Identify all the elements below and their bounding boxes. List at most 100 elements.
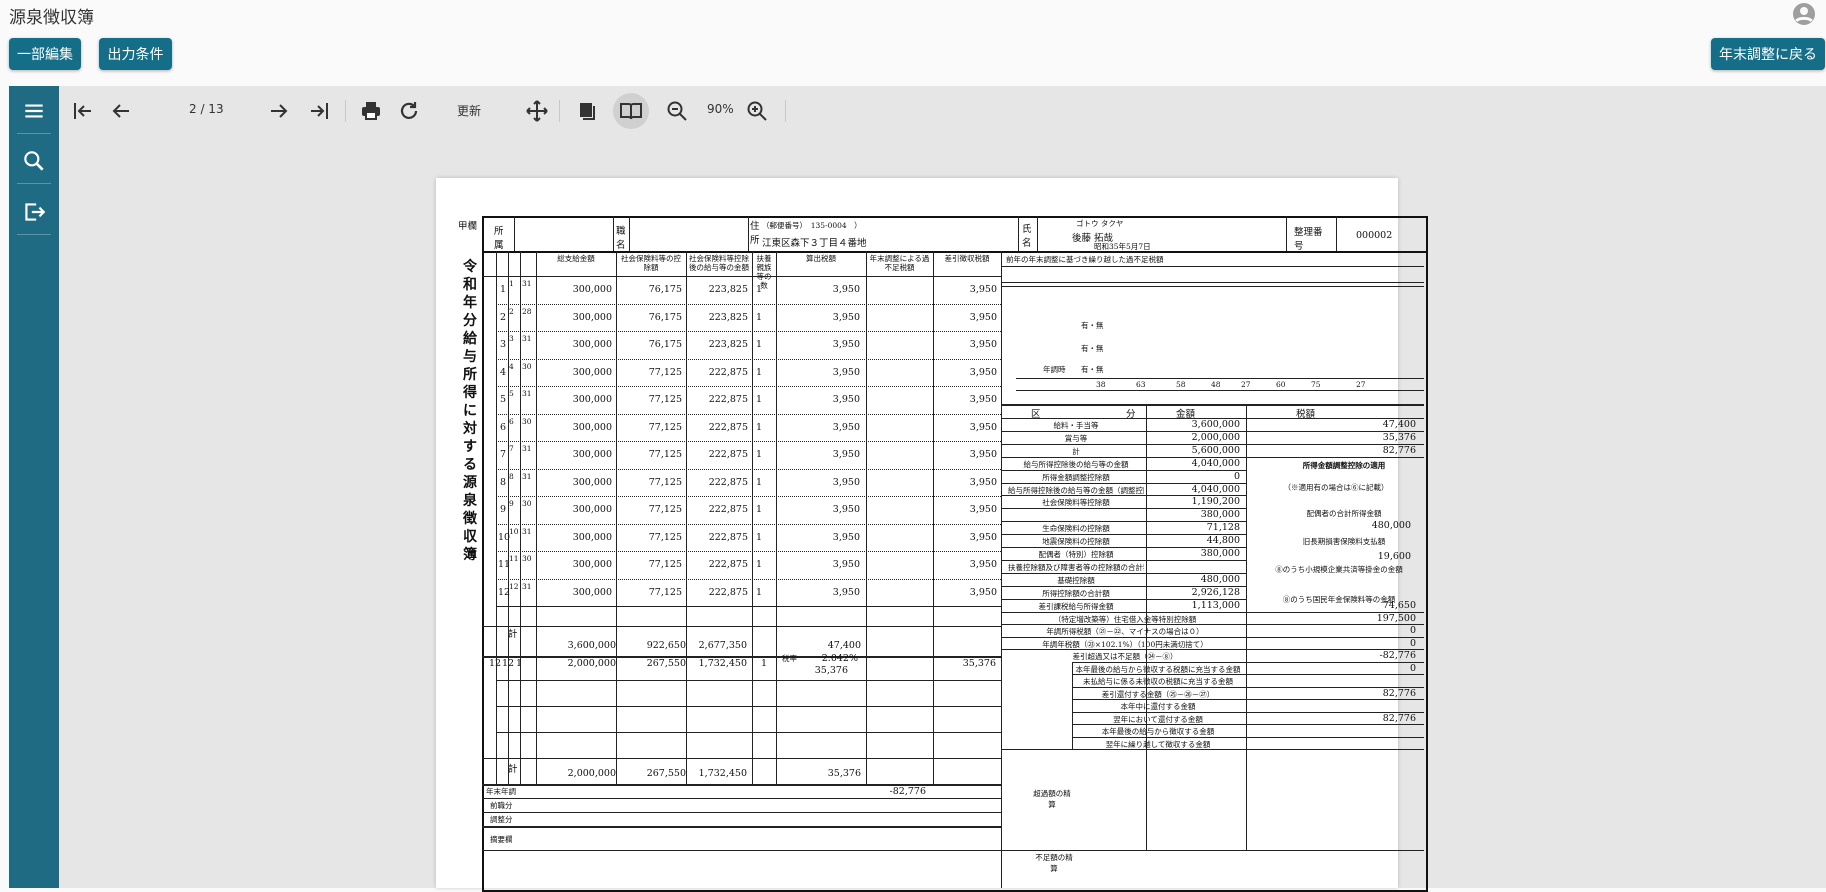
row-after-insurance: 223,825 (708, 311, 748, 323)
back-to-year-end-button[interactable]: 年末調整に戻る (1711, 38, 1825, 70)
bonus-after: 1,732,450 (698, 658, 747, 669)
row-tax: 3,950 (832, 476, 860, 488)
book-view-icon[interactable] (613, 93, 649, 129)
lower-row-label: 本年中に還付する金額 (1120, 702, 1196, 711)
row-tax: 3,950 (832, 394, 860, 405)
lower-row-line (1072, 674, 1424, 675)
fusoku-label: 不足額の精算 (1035, 853, 1073, 873)
row-total: 300,000 (572, 449, 612, 460)
move-icon[interactable] (523, 97, 551, 125)
page-indicator[interactable]: 2 / 13 (189, 102, 224, 116)
row-tax: 3,950 (832, 531, 860, 543)
bonus-dependents: 1 (761, 658, 768, 669)
row-tax: 3,950 (832, 311, 860, 323)
next-page-icon[interactable] (265, 97, 293, 125)
shokumei-label: 職名 (616, 226, 626, 251)
row-day: 31 (522, 526, 532, 536)
bonus-total-tax: 35,376 (827, 768, 861, 779)
lower-row-label: （特定増改築等）住宅借入金等特別控除額 (1053, 614, 1197, 624)
first-page-icon[interactable] (69, 97, 97, 125)
zoom-in-icon[interactable] (743, 97, 771, 125)
calc-row-amount: 2,926,128 (1191, 586, 1240, 598)
row-month: 4 (509, 361, 514, 371)
viewer-sidebar (9, 86, 59, 888)
sidebar-divider (17, 234, 51, 235)
calc-row-label: 社会保険料等控除額 (1042, 498, 1110, 508)
partial-edit-button[interactable]: 一部編集 (9, 38, 81, 70)
zoom-level[interactable]: 90% (707, 102, 734, 116)
column-header: 年末調整による過不足税額 (869, 254, 930, 272)
single-page-icon[interactable] (573, 97, 601, 125)
row-tax: 3,950 (832, 284, 860, 295)
fuyo-count: 60 (1276, 380, 1286, 389)
row-net-tax: 3,950 (969, 284, 997, 295)
row-month: 10 (509, 526, 519, 536)
column-header: 算出税額 (806, 254, 836, 263)
last-page-icon[interactable] (305, 97, 333, 125)
column-header: 社会保険料等の控除額 (621, 254, 681, 272)
old-insurance-value: 19,600 (1377, 551, 1411, 562)
row-total: 300,000 (572, 586, 612, 598)
row-insurance: 77,125 (648, 421, 682, 433)
row-after-insurance: 222,875 (708, 366, 748, 378)
row-net-tax: 3,950 (969, 394, 997, 405)
row-dependents: 1 (756, 449, 763, 460)
calc-row-amount: 380,000 (1200, 509, 1240, 521)
header-row-line (482, 276, 1001, 277)
row-dependents: 1 (756, 366, 763, 378)
row-insurance: 77,125 (648, 559, 682, 570)
print-icon[interactable] (357, 97, 385, 125)
seiri-number: 000002 (1356, 230, 1393, 241)
lower-row-amount: 197,500 (1376, 612, 1416, 624)
row-day: 31 (522, 471, 532, 481)
calc-row-amount: 5,600,000 (1191, 444, 1240, 456)
row-total: 300,000 (572, 504, 612, 515)
export-icon[interactable] (21, 199, 47, 225)
calc-row-label: 計 (1072, 446, 1080, 456)
rotate-icon[interactable] (395, 97, 423, 125)
refresh-button[interactable]: 更新 (457, 102, 481, 119)
row-month: 11 (509, 554, 519, 563)
nencho-value: -82,776 (889, 786, 926, 797)
row-day: 31 (522, 581, 532, 591)
prev-page-icon[interactable] (107, 97, 135, 125)
row-line (496, 496, 1001, 497)
row-after-insurance: 222,875 (708, 586, 748, 598)
bonus-insurance: 267,550 (646, 658, 686, 669)
menu-icon[interactable] (21, 98, 47, 124)
document-page: 甲欄 所属 職名 住所 （郵便番号） 135-0004 ） 江東区森下３丁目４番… (436, 178, 1428, 892)
row-total: 300,000 (572, 394, 612, 405)
row-line (496, 441, 1001, 442)
address: 江東区森下３丁目４番地 (762, 238, 867, 249)
fuyo-count: 58 (1176, 380, 1186, 389)
zoom-out-icon[interactable] (663, 97, 691, 125)
row-number: 1 (499, 284, 507, 295)
bonus-tax: 35,376 (814, 665, 848, 676)
fuyo-r1: 有・無 (1081, 321, 1104, 330)
column-header: 総支給金額 (557, 254, 595, 263)
row-number: 7 (499, 449, 507, 460)
calc-row-label: 基礎控除額 (1057, 575, 1095, 585)
row-day: 28 (522, 306, 532, 316)
row-line (496, 331, 1001, 332)
calc-row-tax: 82,776 (1382, 444, 1416, 456)
row-net-tax: 3,950 (969, 586, 997, 598)
output-conditions-button[interactable]: 出力条件 (99, 38, 172, 70)
row-line (496, 606, 1001, 607)
lower-row-amount: 0 (1409, 625, 1416, 636)
row-tax: 3,950 (832, 559, 860, 570)
account-circle-icon[interactable] (1792, 2, 1816, 26)
row-total: 300,000 (572, 421, 612, 433)
column-header: 社会保険料等控除後の給与等の金額 (689, 254, 749, 272)
calc-row-amount: 0 (1233, 470, 1240, 482)
calc-row-amount: 2,000,000 (1191, 431, 1240, 443)
search-icon[interactable] (21, 148, 47, 174)
fuyo-count: 48 (1211, 380, 1221, 389)
tekiyo-label: 摘要欄 (490, 835, 513, 844)
calc-row-label: 地震保険料の控除額 (1042, 537, 1110, 547)
calc-row-line (1001, 559, 1246, 561)
row-net-tax: 3,950 (969, 531, 997, 543)
row-after-insurance: 222,875 (708, 394, 748, 405)
fuyo-r3: 年調時 (1043, 365, 1066, 374)
bonus-total-insurance: 267,550 (646, 768, 686, 779)
